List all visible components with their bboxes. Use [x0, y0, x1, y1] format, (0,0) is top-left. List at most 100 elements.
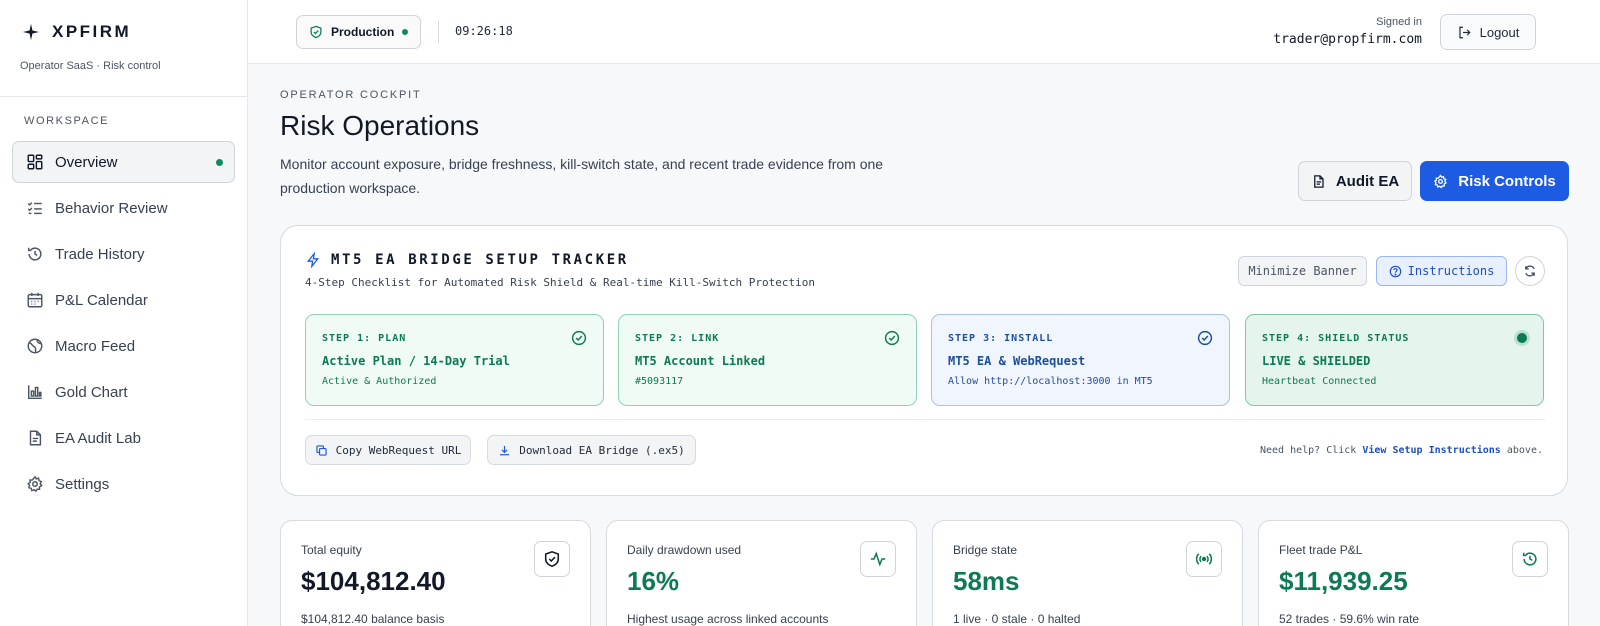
sidebar-item-label: EA Audit Lab	[55, 429, 141, 447]
history-icon	[1522, 552, 1537, 566]
page-eyebrow: OPERATOR COCKPIT	[280, 89, 422, 101]
stat-value: 58ms	[953, 566, 1020, 596]
broadcast-icon	[1195, 553, 1213, 565]
stat-foot: 52 trades · 59.6% win rate	[1279, 612, 1420, 626]
step-title: LIVE & SHIELDED	[1262, 354, 1371, 368]
stat-value: $104,812.40	[301, 566, 446, 596]
sidebar-item-macro-feed[interactable]: Macro Feed	[12, 325, 235, 367]
stat-icon-button[interactable]	[534, 541, 570, 577]
check-circle-icon	[1197, 330, 1213, 346]
sidebar-item-trade-history[interactable]: Trade History	[12, 233, 235, 275]
step-install[interactable]: STEP 3: INSTALL MT5 EA & WebRequest Allo…	[931, 314, 1230, 406]
checklist-icon	[27, 202, 42, 215]
stat-icon-button[interactable]	[1186, 541, 1222, 577]
download-label: Download EA Bridge (.ex5)	[519, 443, 685, 457]
stat-label: Bridge state	[953, 543, 1018, 557]
step-plan[interactable]: STEP 1: PLAN Active Plan / 14-Day Trial …	[305, 314, 604, 406]
stat-foot: $104,812.40 balance basis	[301, 612, 445, 626]
sidebar-item-overview[interactable]: Overview	[12, 141, 235, 183]
sidebar-item-label: Macro Feed	[55, 337, 136, 355]
instructions-label: Instructions	[1407, 264, 1495, 278]
help-text: Need help? Click View Setup Instructions…	[1260, 445, 1543, 456]
globe-icon	[27, 338, 43, 354]
stat-card-bridge-state: Bridge state 58ms 1 live · 0 stale · 0 h…	[932, 520, 1243, 626]
sidebar-item-behavior-review[interactable]: Behavior Review	[12, 187, 235, 229]
gear-icon	[1434, 173, 1448, 188]
sidebar-item-label: Trade History	[55, 245, 145, 263]
step-note: Allow http://localhost:3000 in MT5	[948, 376, 1153, 387]
stat-value: $11,939.25	[1279, 566, 1408, 596]
workspace-label: WORKSPACE	[24, 115, 110, 127]
pulse-icon	[870, 551, 886, 567]
sidebar-item-settings[interactable]: Settings	[12, 463, 235, 505]
step-title: Active Plan / 14-Day Trial	[322, 354, 510, 368]
refresh-icon	[1525, 265, 1535, 277]
tracker-subtitle: 4-Step Checklist for Automated Risk Shie…	[305, 276, 815, 289]
step-link[interactable]: STEP 2: LINK MT5 Account Linked #5093117	[618, 314, 917, 406]
stat-value: 16%	[627, 566, 680, 596]
logout-label: Logout	[1479, 24, 1520, 40]
check-circle-icon	[571, 330, 587, 346]
download-icon	[500, 445, 510, 455]
grid-icon	[27, 154, 43, 170]
risk-controls-button[interactable]: Risk Controls	[1420, 161, 1569, 201]
step-note: Active & Authorized	[322, 376, 437, 387]
environment-selector[interactable]: Production	[296, 15, 422, 49]
lightning-icon	[306, 252, 320, 268]
check-circle-icon	[884, 330, 900, 346]
logout-button[interactable]: Logout	[1440, 14, 1536, 50]
copy-icon	[315, 444, 327, 456]
sidebar-nav: Overview Behavior Review Trade History P…	[12, 141, 235, 509]
clock: 09:26:18	[455, 24, 513, 38]
page-description: Monitor account exposure, bridge freshne…	[280, 156, 884, 196]
logout-icon	[1459, 26, 1471, 38]
instructions-button[interactable]: Instructions	[1376, 256, 1507, 286]
download-ea-bridge-button[interactable]: Download EA Bridge (.ex5)	[487, 435, 696, 465]
stat-icon-button[interactable]	[1512, 541, 1548, 577]
minimize-banner-button[interactable]: Minimize Banner	[1238, 256, 1367, 286]
sidebar-divider	[0, 96, 248, 97]
calendar-icon	[27, 292, 43, 308]
file-icon	[1313, 174, 1324, 188]
audit-ea-button[interactable]: Audit EA	[1298, 161, 1412, 201]
sidebar-item-ea-audit-lab[interactable]: EA Audit Lab	[12, 417, 235, 459]
stat-icon-button[interactable]	[860, 541, 896, 577]
sidebar-item-gold-chart[interactable]: Gold Chart	[12, 371, 235, 413]
sidebar-item-pnl-calendar[interactable]: P&L Calendar	[12, 279, 235, 321]
tracker-divider	[305, 419, 1545, 420]
bar-chart-icon	[27, 385, 42, 400]
user-email: trader@propfirm.com	[1273, 32, 1422, 47]
brand[interactable]: XPFIRM	[22, 22, 131, 42]
help-prefix: Need help? Click	[1260, 445, 1357, 456]
setup-steps: STEP 1: PLAN Active Plan / 14-Day Trial …	[305, 314, 1545, 406]
environment-label: Production	[331, 25, 395, 39]
setup-tracker-card: MT5 EA BRIDGE SETUP TRACKER 4-Step Check…	[280, 225, 1568, 496]
sidebar: XPFIRM Operator SaaS · Risk control WORK…	[0, 0, 248, 626]
stat-label: Fleet trade P&L	[1279, 543, 1363, 557]
shield-check-icon	[310, 25, 322, 39]
topbar-separator	[438, 21, 439, 43]
step-label: STEP 2: LINK	[635, 333, 720, 344]
view-setup-instructions-link[interactable]: View Setup Instructions	[1362, 445, 1500, 456]
stat-label: Daily drawdown used	[627, 543, 742, 557]
stat-foot: 1 live · 0 stale · 0 halted	[953, 612, 1081, 626]
sparkle-icon	[22, 23, 40, 41]
signed-in-label: Signed in	[1376, 16, 1422, 28]
step-label: STEP 4: SHIELD STATUS	[1262, 333, 1410, 344]
gear-icon	[27, 475, 43, 493]
copy-webrequest-url-button[interactable]: Copy WebRequest URL	[305, 435, 471, 465]
top-bar: Production 09:26:18 Signed in trader@pro…	[248, 0, 1600, 64]
brand-subtitle: Operator SaaS · Risk control	[20, 60, 161, 72]
refresh-button[interactable]	[1515, 256, 1545, 286]
step-label: STEP 3: INSTALL	[948, 333, 1054, 344]
stat-foot: Highest usage across linked accounts	[627, 612, 829, 626]
environment-status-dot	[402, 29, 409, 35]
step-shield-status[interactable]: STEP 4: SHIELD STATUS LIVE & SHIELDED He…	[1245, 314, 1544, 406]
tracker-title: MT5 EA BRIDGE SETUP TRACKER	[305, 252, 629, 268]
history-icon	[27, 247, 42, 261]
sidebar-item-label: Gold Chart	[55, 383, 128, 401]
risk-controls-label: Risk Controls	[1458, 172, 1556, 190]
help-suffix: above.	[1506, 445, 1543, 456]
step-title: MT5 Account Linked	[635, 354, 766, 368]
step-note: Heartbeat Connected	[1262, 376, 1377, 387]
